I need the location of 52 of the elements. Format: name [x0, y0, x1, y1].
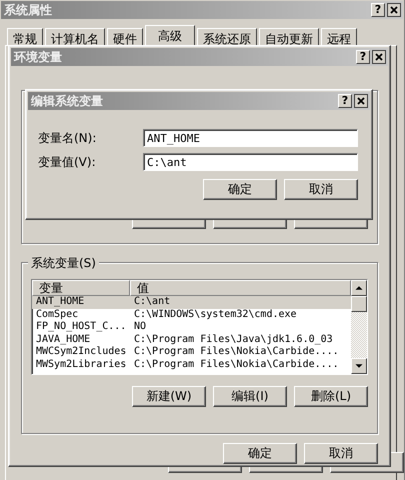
table-cell-text: NO — [133, 321, 148, 334]
table-cell-text: C:\Program Files\Nokia\Carbide.... — [133, 346, 340, 359]
table-cell-text: MWCSym2Includes — [35, 346, 128, 359]
field-label: 变量值(V): — [38, 154, 97, 170]
input-field[interactable]: ANT_HOME — [143, 129, 358, 147]
close-icon[interactable] — [354, 94, 368, 108]
dialog-button[interactable]: 新建(W) — [132, 386, 206, 407]
table-cell-text: ComSpec — [35, 308, 80, 322]
scroll-down-icon[interactable] — [351, 358, 367, 374]
list-row[interactable]: JAVA_HOME C:\Program Files\Java\jdk1.6.0_03 — [32, 334, 351, 346]
group-label: 系统变量(S) — [28, 255, 99, 272]
column-header[interactable]: 值 — [130, 280, 351, 296]
table-cell: ANT_HOME — [32, 296, 130, 309]
dialog-button[interactable]: 确定 — [223, 443, 297, 464]
field-label: 变量名(N): — [38, 130, 98, 146]
list-row[interactable]: ANT_HOME C:\ant — [32, 296, 351, 309]
help-button[interactable]: ? — [356, 50, 370, 64]
help-button[interactable]: ? — [371, 3, 385, 17]
window-title: 编辑系统变量 — [31, 92, 104, 110]
dialog-button[interactable]: 取消 — [304, 443, 378, 464]
table-cell-text: JAVA_HOME — [35, 334, 92, 346]
table-cell-text: MWSym2Libraries — [35, 358, 128, 372]
window-title: 系统属性 — [4, 2, 53, 18]
column-header[interactable]: 变量 — [32, 280, 130, 296]
tab[interactable]: 自动更新 — [259, 28, 319, 45]
list-row[interactable]: FP_NO_HOST_C... NO — [32, 321, 351, 334]
table-cell-text: C:\Program Files\Java\jdk1.6.0_03 — [133, 334, 334, 346]
dialog-button[interactable]: 取消 — [284, 179, 358, 200]
close-icon[interactable] — [372, 50, 386, 64]
close-icon[interactable] — [387, 3, 401, 17]
dialog-button[interactable]: 编辑(I) — [213, 386, 287, 407]
list-row[interactable]: MWSym2Libraries C:\Program Files\Nokia\Carbide.... — [32, 358, 351, 372]
input-field[interactable]: C:\ant — [143, 153, 358, 171]
help-button[interactable]: ? — [338, 94, 352, 108]
tab[interactable]: 远程 — [321, 28, 357, 45]
dialog-button[interactable]: 确定 — [203, 179, 277, 200]
table-cell-text: C:\WINDOWS\system32\cmd.exe — [133, 308, 298, 322]
table-cell-text: C:\Program Files\Nokia\Carbide.... — [133, 358, 340, 372]
scroll-up-icon[interactable] — [351, 280, 367, 296]
dialog-button[interactable]: 删除(L) — [294, 386, 368, 407]
tab[interactable]: 常规 — [7, 28, 43, 45]
table-cell: C:\ant — [130, 296, 351, 309]
list-row[interactable]: ComSpec C:\WINDOWS\system32\cmd.exe — [32, 308, 351, 322]
tab[interactable]: 计算机名 — [45, 28, 105, 45]
scrollbar[interactable] — [351, 280, 367, 374]
tab[interactable]: 硬件 — [107, 28, 143, 45]
scroll-thumb[interactable] — [351, 296, 367, 312]
list-row[interactable]: MWCSym2Includes C:\Program Files\Nokia\Carbide.... — [32, 346, 351, 359]
tab[interactable]: 高级 — [145, 25, 195, 46]
table-cell-text: FP_NO_HOST_C... — [35, 321, 128, 334]
window-title: 环境变量 — [14, 48, 63, 66]
tab[interactable]: 系统还原 — [197, 28, 257, 45]
